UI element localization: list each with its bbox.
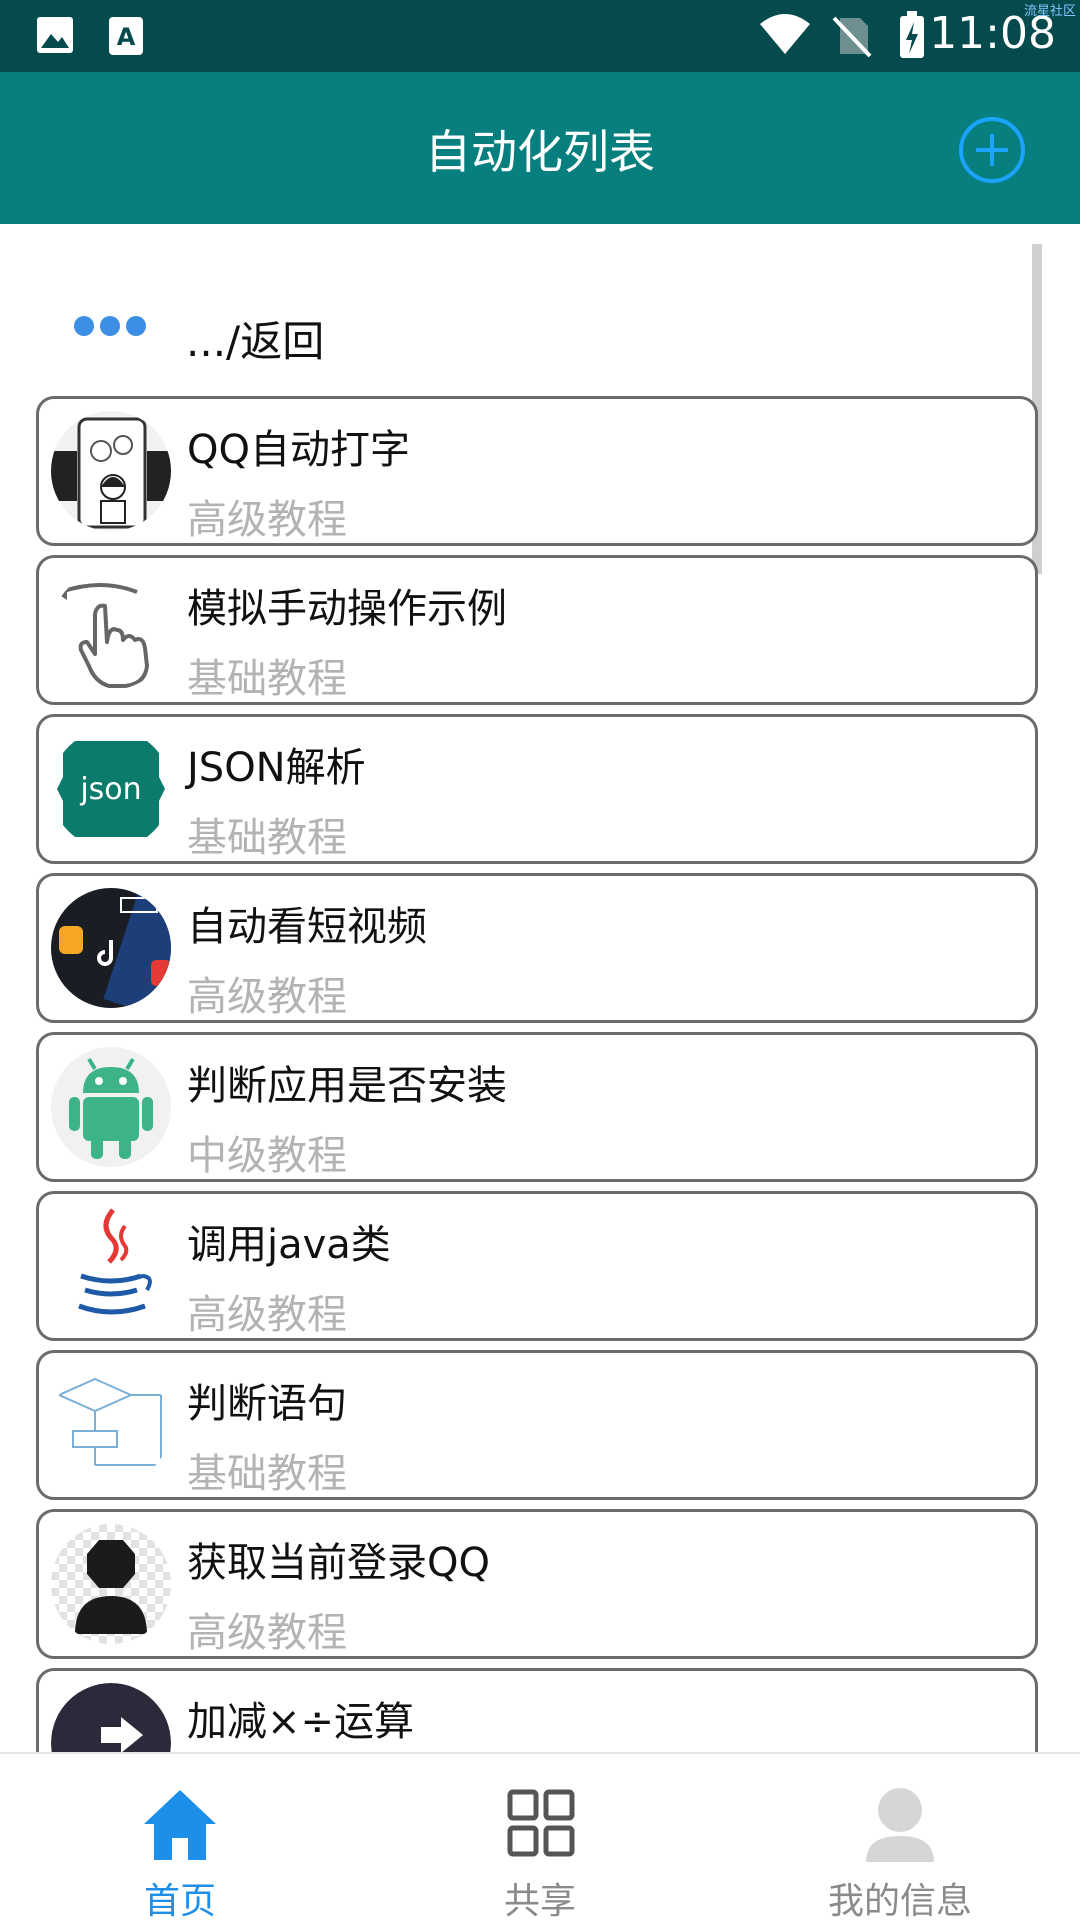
app-bar: 自动化列表 [0, 72, 1080, 224]
json-badge-icon: json [51, 729, 171, 849]
user-silhouette-icon [51, 1524, 171, 1644]
item-subtitle: 高级教程 [187, 497, 347, 543]
java-cup-icon [51, 1206, 171, 1326]
item-subtitle: 高级教程 [187, 1292, 347, 1338]
item-title: JSON解析 [187, 745, 366, 791]
tab-home-label: 首页 [143, 1881, 216, 1922]
list-item[interactable]: 加减×÷运算 [36, 1668, 1038, 1752]
item-subtitle: 高级教程 [187, 974, 347, 1020]
item-subtitle: 基础教程 [187, 1451, 347, 1497]
item-title: 调用java类 [187, 1222, 391, 1268]
item-subtitle: 基础教程 [187, 656, 347, 702]
list-item[interactable]: 模拟手动操作示例 基础教程 [36, 555, 1038, 705]
list-item[interactable]: 判断语句 基础教程 [36, 1350, 1038, 1500]
tab-home[interactable]: 首页 [0, 1754, 360, 1922]
tab-share-label: 共享 [503, 1881, 576, 1922]
tab-profile-label: 我的信息 [827, 1881, 972, 1922]
plus-circle-icon[interactable] [958, 116, 1026, 184]
item-subtitle: 中级教程 [187, 1133, 347, 1179]
arrow-circle-icon [51, 1683, 171, 1752]
list-item[interactable]: QQ自动打字 高级教程 [36, 396, 1038, 546]
list-item[interactable]: 判断应用是否安装 中级教程 [36, 1032, 1038, 1182]
item-subtitle: 基础教程 [187, 815, 347, 861]
page-title: 自动化列表 [425, 125, 655, 179]
item-title: 自动看短视频 [187, 904, 427, 950]
item-title: 加减×÷运算 [187, 1699, 415, 1745]
list-item[interactable]: 调用java类 高级教程 [36, 1191, 1038, 1341]
list-item[interactable]: 获取当前登录QQ 高级教程 [36, 1509, 1038, 1659]
item-title: 判断语句 [187, 1381, 347, 1427]
list-item[interactable]: json JSON解析 基础教程 [36, 714, 1038, 864]
list-item[interactable]: 自动看短视频 高级教程 [36, 873, 1038, 1023]
item-title: 判断应用是否安装 [187, 1063, 507, 1109]
item-title: QQ自动打字 [187, 427, 410, 473]
grid-icon [507, 1789, 575, 1857]
flowchart-icon [51, 1365, 171, 1485]
svg-text:A: A [117, 23, 136, 51]
back-row[interactable]: .../返回 [0, 264, 1000, 374]
hand-swipe-icon [51, 570, 171, 690]
watermark-label: 流星社区 [1023, 4, 1076, 19]
tab-share[interactable]: 共享 [360, 1754, 720, 1922]
typing-comic-icon [51, 411, 171, 531]
svg-text:json: json [79, 772, 141, 807]
item-title: 模拟手动操作示例 [187, 586, 507, 632]
person-icon [866, 1788, 934, 1862]
automation-list[interactable]: .../返回 QQ自动打字 高级教程 模拟手动操作示例 基础教程 json JS… [0, 224, 1080, 1752]
short-video-apps-icon [51, 888, 171, 1008]
tab-profile[interactable]: 我的信息 [720, 1754, 1080, 1922]
home-icon [144, 1790, 216, 1860]
android-robot-icon [51, 1047, 171, 1167]
text-a-icon: A [109, 17, 143, 55]
image-icon [37, 17, 73, 53]
bottom-nav: 首页 共享 我的信息 [0, 1752, 1080, 1922]
back-label: .../返回 [186, 317, 325, 366]
no-sim-icon [832, 16, 872, 58]
status-bar: A 11:08 流星社区 [0, 0, 1080, 72]
item-title: 获取当前登录QQ [187, 1540, 490, 1586]
item-subtitle: 高级教程 [187, 1610, 347, 1656]
three-dots-icon [74, 316, 146, 336]
battery-charging-icon [900, 11, 924, 58]
wifi-icon [760, 14, 810, 54]
